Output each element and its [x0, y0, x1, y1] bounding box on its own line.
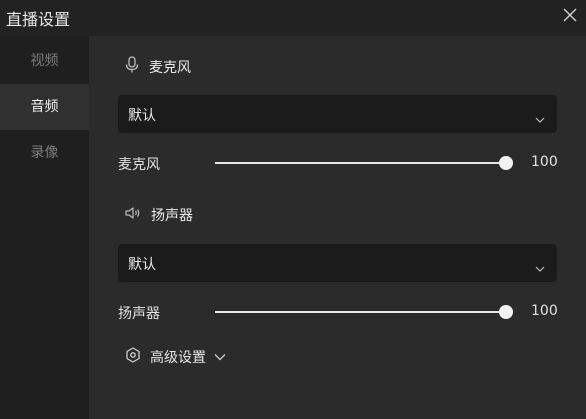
advanced-settings-label: 高级设置 — [150, 350, 206, 366]
sidebar-item-audio[interactable]: 音频 — [0, 84, 89, 130]
settings-hexagon-icon — [125, 347, 141, 367]
speaker-section-header: 扬声器 — [125, 204, 193, 226]
microphone-section-title: 麦克风 — [149, 60, 191, 76]
close-icon[interactable] — [560, 5, 580, 25]
chevron-down-icon — [535, 109, 545, 128]
microphone-volume-value: 100 — [531, 154, 558, 170]
speaker-device-value: 默认 — [128, 257, 156, 273]
window-title: 直播设置 — [6, 10, 71, 29]
chevron-down-icon — [535, 258, 545, 277]
microphone-icon — [125, 56, 149, 78]
sidebar-item-recording[interactable]: 录像 — [0, 130, 89, 176]
speaker-volume-slider[interactable] — [215, 305, 513, 319]
live-settings-window: 直播设置 视频 音频 录像 麦克风 默认 麦克风 100 扬声器 默认 扬声器 … — [0, 0, 586, 419]
advanced-settings-toggle[interactable]: 高级设置 — [125, 346, 226, 368]
speaker-device-select[interactable]: 默认 — [118, 244, 557, 282]
microphone-volume-label: 麦克风 — [118, 157, 160, 173]
title-bar: 直播设置 — [0, 0, 586, 36]
speaker-volume-value: 100 — [531, 303, 558, 319]
microphone-device-value: 默认 — [128, 108, 156, 124]
microphone-volume-slider[interactable] — [215, 156, 513, 170]
audio-settings-panel: 麦克风 默认 麦克风 100 扬声器 默认 扬声器 100 高级设置 — [89, 36, 586, 419]
microphone-volume-thumb[interactable] — [499, 156, 513, 170]
speaker-icon — [125, 206, 151, 224]
microphone-device-select[interactable]: 默认 — [118, 95, 557, 133]
microphone-section-header: 麦克风 — [125, 56, 191, 78]
speaker-volume-thumb[interactable] — [499, 305, 513, 319]
settings-sidebar: 视频 音频 录像 — [0, 36, 89, 419]
speaker-section-title: 扬声器 — [151, 208, 193, 224]
sidebar-item-video[interactable]: 视频 — [0, 38, 89, 84]
speaker-volume-label: 扬声器 — [118, 306, 160, 322]
chevron-down-icon — [214, 349, 226, 365]
